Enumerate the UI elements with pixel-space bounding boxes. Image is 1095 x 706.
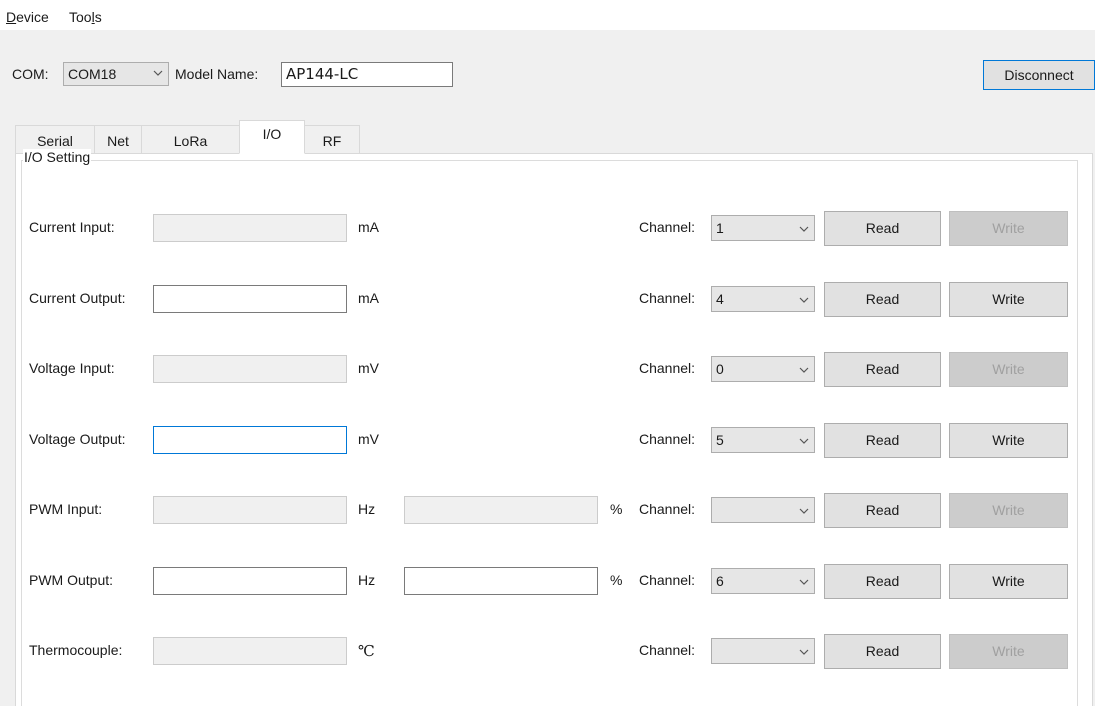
- current-output-value-field[interactable]: [153, 285, 347, 313]
- current-input-value-field: [153, 214, 347, 242]
- voltage-input-write-button: Write: [949, 352, 1068, 387]
- pwm-input-read-button[interactable]: Read: [824, 493, 941, 528]
- model-name-label: Model Name:: [175, 66, 259, 82]
- model-name-value: AP144-LC: [286, 65, 359, 83]
- tab-lora[interactable]: LoRa: [141, 125, 240, 153]
- pwm-output-value-field[interactable]: [153, 567, 347, 595]
- pwm-output-label: PWM Output:: [29, 572, 114, 588]
- current-output-read-button[interactable]: Read: [824, 282, 941, 317]
- thermocouple-write-button: Write: [949, 634, 1068, 669]
- voltage-output-channel-select[interactable]: 5: [711, 427, 815, 453]
- chevron-down-icon: [153, 70, 163, 76]
- voltage-output-read-button[interactable]: Read: [824, 423, 941, 458]
- com-port-value: COM18: [68, 66, 117, 82]
- voltage-output-write-button[interactable]: Write: [949, 423, 1068, 458]
- current-input-channel-label: Channel:: [639, 219, 696, 235]
- thermocouple-channel-select[interactable]: [711, 638, 815, 664]
- voltage-input-channel-select[interactable]: 0: [711, 356, 815, 382]
- current-input-read-button[interactable]: Read: [824, 211, 941, 246]
- pwm-input-write-button: Write: [949, 493, 1068, 528]
- menu-tools[interactable]: Tools: [69, 9, 102, 25]
- chevron-down-icon: [799, 226, 809, 232]
- pwm-output-channel-select[interactable]: 6: [711, 568, 815, 594]
- com-label: COM:: [12, 66, 49, 82]
- model-name-field[interactable]: AP144-LC: [281, 62, 453, 87]
- pwm-input-duty-field: [404, 496, 598, 524]
- current-input-label: Current Input:: [29, 219, 115, 235]
- current-output-label: Current Output:: [29, 290, 126, 306]
- voltage-input-label: Voltage Input:: [29, 360, 115, 376]
- current-input-channel-value: 1: [716, 220, 724, 236]
- pwm-input-unit: Hz: [358, 501, 376, 517]
- pwm-output-read-button[interactable]: Read: [824, 564, 941, 599]
- voltage-input-value-field: [153, 355, 347, 383]
- pwm-output-write-button[interactable]: Write: [949, 564, 1068, 599]
- thermocouple-unit: ℃: [358, 642, 375, 660]
- pwm-output-channel-label: Channel:: [639, 572, 696, 588]
- voltage-input-unit: mV: [358, 360, 379, 376]
- tab-net[interactable]: Net: [94, 125, 142, 153]
- voltage-output-unit: mV: [358, 431, 379, 447]
- voltage-output-label: Voltage Output:: [29, 431, 126, 447]
- current-output-unit: mA: [358, 290, 379, 306]
- pwm-input-channel-select[interactable]: [711, 497, 815, 523]
- chevron-down-icon: [799, 297, 809, 303]
- thermocouple-label: Thermocouple:: [29, 642, 123, 658]
- thermocouple-channel-label: Channel:: [639, 642, 696, 658]
- voltage-output-channel-label: Channel:: [639, 431, 696, 447]
- thermocouple-read-button[interactable]: Read: [824, 634, 941, 669]
- tab-rf[interactable]: RF: [304, 125, 360, 153]
- voltage-output-value-field[interactable]: [153, 426, 347, 454]
- pwm-input-duty-unit: %: [610, 501, 623, 517]
- thermocouple-value-field: [153, 637, 347, 665]
- disconnect-button[interactable]: Disconnect: [983, 60, 1095, 90]
- current-input-channel-select[interactable]: 1: [711, 215, 815, 241]
- pwm-output-unit: Hz: [358, 572, 376, 588]
- chevron-down-icon: [799, 438, 809, 444]
- pwm-input-value-field: [153, 496, 347, 524]
- current-output-channel-select[interactable]: 4: [711, 286, 815, 312]
- pwm-input-channel-label: Channel:: [639, 501, 696, 517]
- current-output-channel-value: 4: [716, 291, 724, 307]
- menu-bar: Device Tools: [0, 0, 1095, 30]
- pwm-input-label: PWM Input:: [29, 501, 103, 517]
- pwm-output-channel-value: 6: [716, 573, 724, 589]
- chevron-down-icon: [799, 649, 809, 655]
- current-input-unit: mA: [358, 219, 379, 235]
- current-output-channel-label: Channel:: [639, 290, 696, 306]
- voltage-input-read-button[interactable]: Read: [824, 352, 941, 387]
- voltage-output-channel-value: 5: [716, 432, 724, 448]
- tab-io[interactable]: I/O: [239, 120, 305, 154]
- pwm-output-duty-unit: %: [610, 572, 623, 588]
- com-port-select[interactable]: COM18: [63, 62, 169, 86]
- pwm-output-duty-field[interactable]: [404, 567, 598, 595]
- current-output-write-button[interactable]: Write: [949, 282, 1068, 317]
- current-input-write-button: Write: [949, 211, 1068, 246]
- voltage-input-channel-label: Channel:: [639, 360, 696, 376]
- io-setting-title: I/O Setting: [23, 149, 92, 165]
- chevron-down-icon: [799, 579, 809, 585]
- voltage-input-channel-value: 0: [716, 361, 724, 377]
- chevron-down-icon: [799, 367, 809, 373]
- menu-device[interactable]: Device: [6, 9, 49, 25]
- chevron-down-icon: [799, 508, 809, 514]
